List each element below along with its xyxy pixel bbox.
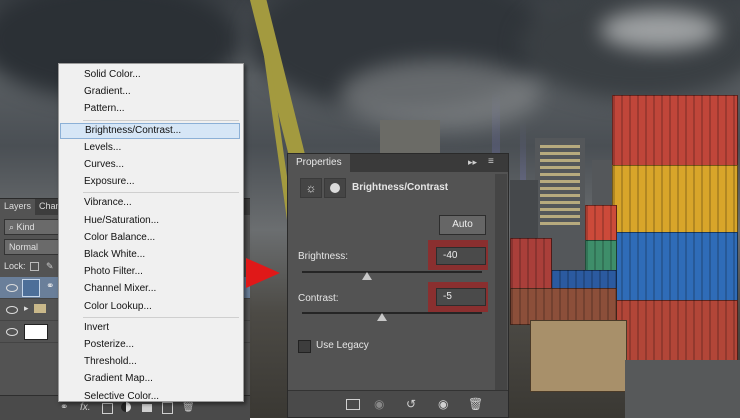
brightness-slider-track[interactable]	[302, 271, 482, 273]
shipping-container	[585, 205, 617, 242]
layer-thumbnail	[24, 324, 48, 340]
menu-item[interactable]: Posterize...	[84, 337, 234, 353]
filter-kind-dropdown[interactable]: ⌕ Kind	[4, 219, 60, 235]
menu-item[interactable]: Gradient...	[84, 84, 234, 100]
properties-footer: ◉ ↺ ◉ 🗑	[288, 390, 508, 417]
clip-to-layer-icon[interactable]	[346, 399, 360, 410]
mask-icon[interactable]	[102, 403, 113, 414]
lock-transparent-icon[interactable]	[30, 262, 39, 271]
menu-item[interactable]: Hue/Saturation...	[84, 213, 234, 229]
collapse-icon[interactable]: ▸▸	[468, 157, 477, 168]
contrast-slider-track[interactable]	[302, 312, 482, 314]
menu-item[interactable]: Threshold...	[84, 354, 234, 370]
menu-item[interactable]: Invert	[84, 320, 234, 336]
layer-mask-icon[interactable]	[324, 178, 346, 198]
adjustment-layer-icon	[22, 279, 40, 297]
menu-item[interactable]: Color Lookup...	[84, 299, 234, 315]
menu-item[interactable]: Photo Filter...	[84, 264, 234, 280]
lock-paint-icon[interactable]: ✎	[46, 262, 54, 271]
menu-item[interactable]: Channel Mixer...	[84, 281, 234, 297]
expand-arrow-icon[interactable]: ▸	[24, 303, 29, 314]
contrast-label: Contrast:	[298, 293, 339, 304]
menu-item[interactable]: Solid Color...	[84, 67, 234, 83]
blend-mode-dropdown[interactable]: Normal	[4, 239, 60, 255]
folder-icon	[34, 304, 46, 313]
eye-icon[interactable]	[6, 306, 18, 314]
menu-separator	[83, 119, 239, 121]
menu-item[interactable]: Curves...	[84, 157, 234, 173]
contrast-value-field[interactable]: -5	[436, 288, 486, 306]
contrast-slider-thumb[interactable]	[377, 313, 387, 321]
use-legacy-label: Use Legacy	[316, 340, 369, 351]
new-group-icon[interactable]	[142, 404, 152, 412]
wooden-crate	[530, 320, 627, 392]
shipping-container	[510, 238, 552, 290]
auto-button[interactable]: Auto	[439, 215, 486, 235]
menu-item[interactable]: Vibrance...	[84, 195, 234, 211]
filter-kind-label: Kind	[16, 222, 35, 232]
use-legacy-checkbox[interactable]	[298, 340, 311, 353]
menu-item[interactable]: Pattern...	[84, 101, 234, 117]
brightness-label: Brightness:	[298, 251, 349, 262]
properties-panel: Properties ▸▸ ≡ ☼ Brightness/Contrast Au…	[287, 153, 509, 418]
shipping-container	[612, 232, 738, 304]
brightness-icon: ☼	[300, 178, 322, 198]
menu-separator	[83, 316, 239, 318]
menu-item[interactable]: Selective Color...	[84, 389, 234, 405]
mask-circle	[330, 183, 340, 193]
link-icon: ⚭	[46, 281, 55, 292]
menu-item[interactable]: Color Balance...	[84, 230, 234, 246]
dock-ground	[625, 360, 740, 418]
search-icon: ⌕	[9, 222, 17, 232]
menu-item[interactable]: Gradient Map...	[84, 371, 234, 387]
trash-icon[interactable]: 🗑	[468, 397, 483, 411]
shipping-container	[585, 240, 617, 272]
menu-item[interactable]: Black White...	[84, 247, 234, 263]
properties-header: Properties ▸▸ ≡	[288, 154, 508, 172]
eye-icon[interactable]	[6, 328, 18, 336]
pointer-arrow	[246, 258, 280, 288]
menu-item[interactable]: Exposure...	[84, 174, 234, 190]
properties-scrollbar[interactable]	[495, 174, 507, 392]
menu-item[interactable]: Levels...	[84, 140, 234, 156]
visibility-icon[interactable]: ◉	[438, 397, 448, 411]
lock-label: Lock:	[4, 261, 26, 271]
skyscraper-windows	[540, 145, 580, 225]
reset-icon[interactable]: ↺	[406, 397, 416, 411]
cloud-highlight	[340, 60, 540, 130]
new-adjustment-layer-menu: Solid Color... Gradient... Pattern... Brigh…	[58, 63, 244, 402]
menu-separator	[83, 192, 239, 194]
properties-tab[interactable]: Properties	[288, 154, 350, 172]
brightness-slider-thumb[interactable]	[362, 272, 372, 280]
adjustment-title: Brightness/Contrast	[352, 182, 449, 193]
eye-icon[interactable]	[6, 284, 18, 292]
cloud-highlight	[600, 10, 720, 50]
shipping-container	[612, 165, 738, 242]
tab-layers[interactable]: Layers	[0, 199, 36, 215]
panel-menu-icon[interactable]: ≡	[488, 156, 494, 167]
view-previous-icon[interactable]: ◉	[374, 397, 384, 411]
link-layers-icon[interactable]: ⚭	[60, 402, 68, 414]
brightness-value-field[interactable]: -40	[436, 247, 486, 265]
menu-item[interactable]: Brightness/Contrast...	[60, 122, 240, 139]
